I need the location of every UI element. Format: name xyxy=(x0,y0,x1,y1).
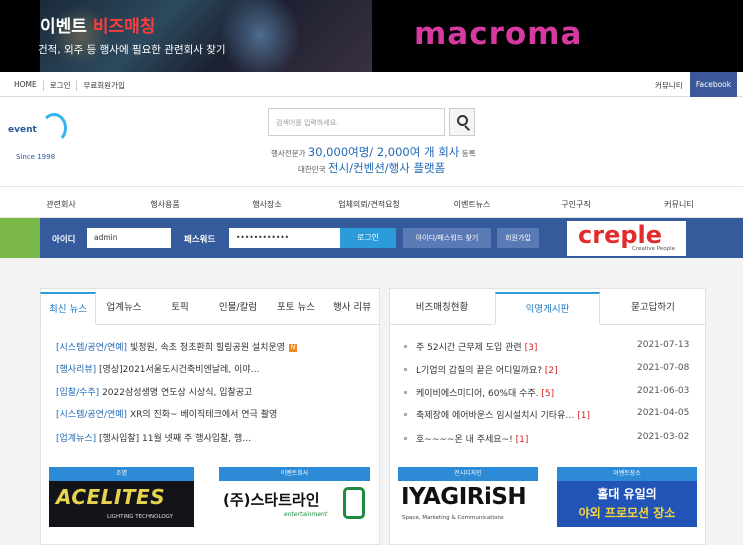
news-tab-divider xyxy=(96,324,380,325)
tab-bizmatching[interactable]: 비즈매칭현황 xyxy=(389,292,495,324)
iyagirish-sub: Space, Marketing & Communications xyxy=(402,515,504,521)
utility-nav: HOME 로그인 무료회원가입 커뮤니티 xyxy=(0,72,743,97)
password-input[interactable]: •••••••••••• xyxy=(229,228,341,248)
new-badge: N xyxy=(289,343,298,352)
page-root: 이벤트 비즈매칭 건적, 외주 등 행사에 필요한 관련회사 찾기 macrom… xyxy=(0,0,743,545)
acelites-brand: ACELITES xyxy=(56,485,166,509)
creple-brand: creple xyxy=(578,221,663,249)
ad-card-acelites[interactable]: 조명 ACELITES LIGHTING TECHNOLOGY xyxy=(49,467,194,527)
news-item[interactable]: [입찰/수주] 2022삼성생명 연도상 시상식, 입찰공고 xyxy=(56,385,252,398)
id-label: 아이디 xyxy=(52,235,76,245)
ad-card-label: 이벤트회사 xyxy=(219,467,370,481)
ad-card-venue[interactable]: 이벤트장소 홀대 유일의 야외 프로모션 장소 xyxy=(557,467,697,527)
board-tab-divider-left xyxy=(389,324,495,325)
post-date: 2021-04-05 xyxy=(637,408,690,418)
main-nav-venues[interactable]: 행사장소 xyxy=(252,199,281,210)
post-date: 2021-03-02 xyxy=(637,432,690,442)
iyagirish-brand: IYAGIRiSH xyxy=(401,484,527,510)
login-button[interactable]: 로그인 xyxy=(340,228,396,248)
tab-qna[interactable]: 묻고답하기 xyxy=(600,292,706,324)
board-post[interactable]: 주 52시간 근무제 도입 관련 [3] xyxy=(416,340,537,353)
startline-sub: entertainment xyxy=(284,511,328,518)
acelites-logo: ACELITES LIGHTING TECHNOLOGY xyxy=(49,481,194,527)
password-label: 패스워드 xyxy=(184,235,216,245)
search-icon xyxy=(457,115,468,126)
nav-community-link[interactable]: 커뮤니티 xyxy=(655,80,683,91)
search-button[interactable] xyxy=(449,108,475,136)
venue-ad-image: 홀대 유일의 야외 프로모션 장소 xyxy=(557,481,697,527)
site-logo[interactable]: event Since 1998 xyxy=(8,113,68,165)
bullet-icon xyxy=(404,391,407,394)
main-nav-requests[interactable]: 업체의뢰/견적요청 xyxy=(338,199,400,210)
tab-event-review[interactable]: 행사 리뷰 xyxy=(324,292,380,324)
ad-card-label: 조명 xyxy=(49,467,194,481)
login-bar-accent xyxy=(0,218,40,258)
bullet-icon xyxy=(404,437,407,440)
main-nav-news[interactable]: 이벤트뉴스 xyxy=(454,199,491,210)
tab-people-column[interactable]: 인물/칼럼 xyxy=(208,292,268,324)
banner-left-title: 이벤트 비즈매칭 xyxy=(40,17,156,37)
startline-brand: (주)스타트라인 xyxy=(223,491,320,509)
post-date: 2021-07-08 xyxy=(637,363,690,373)
tab-photo-news[interactable]: 포토 뉴스 xyxy=(268,292,324,324)
main-nav-community[interactable]: 커뮤니티 xyxy=(664,199,693,210)
news-item[interactable]: [행사리뷰] [영상]2021서울도시건축비엔날레, 이야… xyxy=(56,362,260,375)
board-post[interactable]: 호~~~~온 내 주세요~! [1] xyxy=(416,432,528,445)
facebook-button[interactable]: Facebook xyxy=(690,72,737,97)
ad-card-label: 이벤트장소 xyxy=(557,467,697,481)
logo-since: Since 1998 xyxy=(16,153,56,161)
stats-platform: 대한민국 전시/컨벤션/행사 플랫폼 xyxy=(298,161,446,175)
main-nav-supplies[interactable]: 행사용품 xyxy=(150,199,179,210)
banner-left-subtitle: 건적, 외주 등 행사에 필요한 관련회사 찾기 xyxy=(38,44,226,56)
startline-mark-icon xyxy=(343,487,365,519)
ad-card-startline[interactable]: 이벤트회사 (주)스타트라인 entertainment xyxy=(219,467,370,527)
search-icon-handle xyxy=(464,125,470,131)
creple-sub: Creative People xyxy=(632,246,676,252)
ad-card-iyagirish[interactable]: 전시디자인 IYAGIRiSH Space, Marketing & Commu… xyxy=(398,467,538,527)
creple-ad[interactable]: creple Creative People xyxy=(567,221,686,256)
iyagirish-logo: IYAGIRiSH Space, Marketing & Communicati… xyxy=(398,481,538,527)
logo-arc-icon xyxy=(41,113,67,143)
tab-latest-news[interactable]: 최신 뉴스 xyxy=(40,292,96,324)
id-input[interactable]: admin xyxy=(87,228,171,248)
bullet-icon xyxy=(404,413,407,416)
nav-home-link[interactable]: HOME xyxy=(14,80,44,91)
post-date: 2021-07-13 xyxy=(637,340,690,350)
ad-card-label: 전시디자인 xyxy=(398,467,538,481)
tab-anonymous-board[interactable]: 익명게시판 xyxy=(495,292,600,324)
tab-topic[interactable]: 토픽 xyxy=(152,292,208,324)
startline-logo: (주)스타트라인 entertainment xyxy=(219,481,370,527)
main-nav: 관련회사 행사용품 행사장소 업체의뢰/견적요청 이벤트뉴스 구인구직 커뮤니티 xyxy=(0,186,743,218)
main-nav-jobs[interactable]: 구인구직 xyxy=(561,199,590,210)
acelites-sub: LIGHTING TECHNOLOGY xyxy=(107,514,173,520)
bullet-icon xyxy=(404,368,407,371)
news-item[interactable]: [시스템/공연/연예] 빛정원, 속초 청초환희 힐링공원 설치운영 N xyxy=(56,340,298,353)
join-button[interactable]: 회원가입 xyxy=(497,228,539,248)
board-post[interactable]: 케이비에스미디어, 60%대 수주. [5] xyxy=(416,386,554,399)
venue-ad-line2: 야외 프로모션 장소 xyxy=(578,506,676,520)
main-nav-companies[interactable]: 관련회사 xyxy=(46,199,75,210)
logo-text: event xyxy=(8,125,37,135)
post-date: 2021-06-03 xyxy=(637,386,690,396)
bullet-icon xyxy=(404,345,407,348)
tab-industry-news[interactable]: 업계뉴스 xyxy=(96,292,152,324)
board-post[interactable]: 축제장에 에어바운스 임시설치시 기타유… [1] xyxy=(416,408,590,421)
search-input[interactable]: 검색어를 입력하세요. xyxy=(268,108,445,136)
nav-login-link[interactable]: 로그인 xyxy=(44,80,78,91)
news-item[interactable]: [업계뉴스] [행사입찰] 11월 넷째 주 행사입찰, 행… xyxy=(56,431,251,444)
stats-experts: 행사전문가 30,000여명/ 2,000여 개 회사 등록 xyxy=(271,145,476,159)
news-item[interactable]: [시스템/공연/연예] XR의 진화~ 베이직테크에서 연극 촬영 xyxy=(56,407,277,420)
board-tab-divider-right xyxy=(600,324,706,325)
venue-ad-line1: 홀대 유일의 xyxy=(597,487,657,501)
top-banner[interactable]: 이벤트 비즈매칭 건적, 외주 등 행사에 필요한 관련회사 찾기 macrom… xyxy=(0,0,743,72)
banner-ad-macroma[interactable]: macroma xyxy=(414,16,582,52)
find-account-button[interactable]: 아이디/패스워드 찾기 xyxy=(403,228,491,248)
nav-signup-link[interactable]: 무료회원가입 xyxy=(77,80,130,91)
board-post[interactable]: L기업의 갑질의 끝은 어디일까요? [2] xyxy=(416,363,558,376)
